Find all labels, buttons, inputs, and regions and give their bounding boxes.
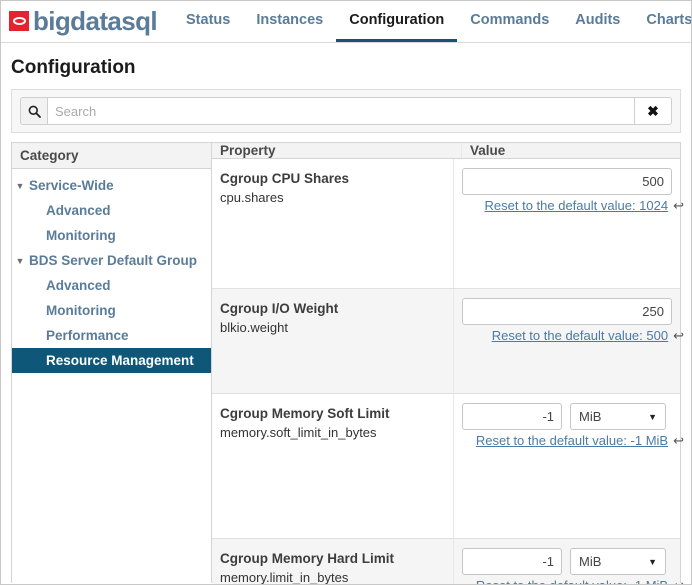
property-key: memory.soft_limit_in_bytes — [220, 425, 377, 440]
category-column: Category ▼ Service-Wide Advanced Monitor… — [12, 143, 212, 583]
chevron-down-icon: ▼ — [648, 411, 657, 422]
search-group: ✖ — [20, 97, 672, 125]
undo-arrow-icon[interactable]: ↩ — [673, 579, 684, 584]
reset-default-link[interactable]: Reset to the default value: 500 — [492, 328, 668, 343]
property-header: Property — [220, 143, 462, 158]
sidebar-item-label: BDS Server Default Group — [29, 253, 198, 268]
blkio-weight-input[interactable] — [462, 298, 672, 325]
sidebar-item-service-wide[interactable]: ▼ Service-Wide — [12, 173, 211, 198]
sidebar-item-bds-server-default-group[interactable]: ▼ BDS Server Default Group — [12, 248, 211, 273]
top-navbar: bigdatasql Status Instances Configuratio… — [1, 1, 691, 43]
property-title: Cgroup Memory Hard Limit — [220, 551, 395, 566]
configuration-page: bigdatasql Status Instances Configuratio… — [0, 0, 692, 585]
value-input-line: MiB ▼ — [462, 548, 672, 575]
table-row: Cgroup CPU Shares cpu.shares Reset to th… — [212, 159, 684, 289]
search-icon[interactable] — [20, 97, 47, 125]
sidebar-item-advanced-service-wide[interactable]: Advanced — [12, 198, 211, 223]
search-input[interactable] — [47, 97, 634, 125]
property-title: Cgroup Memory Soft Limit — [220, 406, 390, 421]
value-input-line — [462, 168, 672, 195]
memory-soft-limit-input[interactable] — [462, 403, 562, 430]
sidebar-item-label: Monitoring — [46, 228, 116, 243]
chevron-down-icon[interactable]: ▼ — [12, 256, 28, 266]
sidebar-item-label: Performance — [46, 328, 129, 343]
sidebar-item-label: Service-Wide — [29, 178, 114, 193]
value-cell: MiB ▼ Reset to the default value: -1 MiB… — [454, 394, 684, 538]
value-input-line — [462, 298, 672, 325]
undo-arrow-icon[interactable]: ↩ — [673, 199, 684, 212]
property-cell: Cgroup Memory Hard Limit memory.limit_in… — [212, 539, 454, 585]
property-title: Cgroup I/O Weight — [220, 301, 339, 316]
property-key: blkio.weight — [220, 320, 288, 335]
chevron-down-icon[interactable]: ▼ — [12, 181, 28, 191]
memory-soft-limit-unit-select[interactable]: MiB ▼ — [570, 403, 666, 430]
sidebar-item-monitoring-service-wide[interactable]: Monitoring — [12, 223, 211, 248]
property-key: memory.limit_in_bytes — [220, 570, 349, 585]
tab-audits[interactable]: Audits — [562, 1, 633, 42]
tab-configuration[interactable]: Configuration — [336, 1, 458, 42]
undo-arrow-icon[interactable]: ↩ — [673, 329, 684, 342]
value-header: Value — [470, 143, 506, 158]
chevron-down-icon: ▼ — [648, 556, 657, 567]
undo-arrow-icon[interactable]: ↩ — [673, 434, 684, 447]
category-header: Category — [12, 143, 211, 169]
reset-line: Reset to the default value: 500 ↩ — [462, 328, 684, 343]
property-value-columns: Property Value Cgroup CPU Shares cpu.sha… — [212, 143, 684, 585]
unit-label: MiB — [579, 409, 602, 424]
sidebar-item-label: Monitoring — [46, 303, 116, 318]
unit-label: MiB — [579, 554, 602, 569]
brand-name: bigdatasql — [33, 6, 158, 36]
reset-default-link[interactable]: Reset to the default value: -1 MiB — [476, 578, 668, 584]
memory-hard-limit-input[interactable] — [462, 548, 562, 575]
configuration-table: Category ▼ Service-Wide Advanced Monitor… — [11, 142, 684, 585]
property-key: cpu.shares — [220, 190, 284, 205]
sidebar-item-advanced-bds[interactable]: Advanced — [12, 273, 211, 298]
tab-status[interactable]: Status — [173, 1, 243, 42]
tab-instances[interactable]: Instances — [243, 1, 336, 42]
sidebar-item-label: Advanced — [46, 203, 111, 218]
sidebar-item-label: Resource Management — [46, 353, 194, 368]
brand-logo-link[interactable]: bigdatasql — [9, 3, 163, 39]
property-title: Cgroup CPU Shares — [220, 171, 350, 186]
table-row: Cgroup Memory Hard Limit memory.limit_in… — [212, 539, 684, 585]
nav-tabs: Status Instances Configuration Commands … — [173, 1, 691, 42]
tab-commands[interactable]: Commands — [457, 1, 562, 42]
sidebar-item-resource-management[interactable]: Resource Management — [12, 348, 211, 373]
value-cell: Reset to the default value: 1024 ↩ — [454, 159, 684, 288]
table-row: Cgroup Memory Soft Limit memory.soft_lim… — [212, 394, 684, 539]
property-value-header: Property Value — [212, 143, 680, 159]
category-tree: ▼ Service-Wide Advanced Monitoring ▼ BDS… — [12, 169, 211, 373]
search-toolbar: ✖ — [11, 89, 681, 133]
value-cell: Reset to the default value: 500 ↩ — [454, 289, 684, 393]
reset-default-link[interactable]: Reset to the default value: 1024 — [485, 198, 669, 213]
sidebar-item-monitoring-bds[interactable]: Monitoring — [12, 298, 211, 323]
reset-line: Reset to the default value: 1024 ↩ — [462, 198, 684, 213]
property-cell: Cgroup CPU Shares cpu.shares — [212, 159, 454, 288]
property-cell: Cgroup I/O Weight blkio.weight — [212, 289, 454, 393]
property-cell: Cgroup Memory Soft Limit memory.soft_lim… — [212, 394, 454, 538]
sidebar-item-performance[interactable]: Performance — [12, 323, 211, 348]
memory-hard-limit-unit-select[interactable]: MiB ▼ — [570, 548, 666, 575]
reset-line: Reset to the default value: -1 MiB ↩ — [462, 578, 684, 584]
reset-line: Reset to the default value: -1 MiB ↩ — [462, 433, 684, 448]
sidebar-item-label: Advanced — [46, 278, 111, 293]
value-input-line: MiB ▼ — [462, 403, 672, 430]
oracle-ring-icon — [9, 11, 29, 31]
cpu-shares-input[interactable] — [462, 168, 672, 195]
search-clear-button[interactable]: ✖ — [634, 97, 672, 125]
value-cell: MiB ▼ Reset to the default value: -1 MiB… — [454, 539, 684, 584]
table-row: Cgroup I/O Weight blkio.weight Reset to … — [212, 289, 684, 394]
tab-charts-library[interactable]: Charts Library — [633, 1, 691, 42]
property-rows: Cgroup CPU Shares cpu.shares Reset to th… — [212, 159, 684, 585]
reset-default-link[interactable]: Reset to the default value: -1 MiB — [476, 433, 668, 448]
page-title: Configuration — [11, 57, 136, 78]
